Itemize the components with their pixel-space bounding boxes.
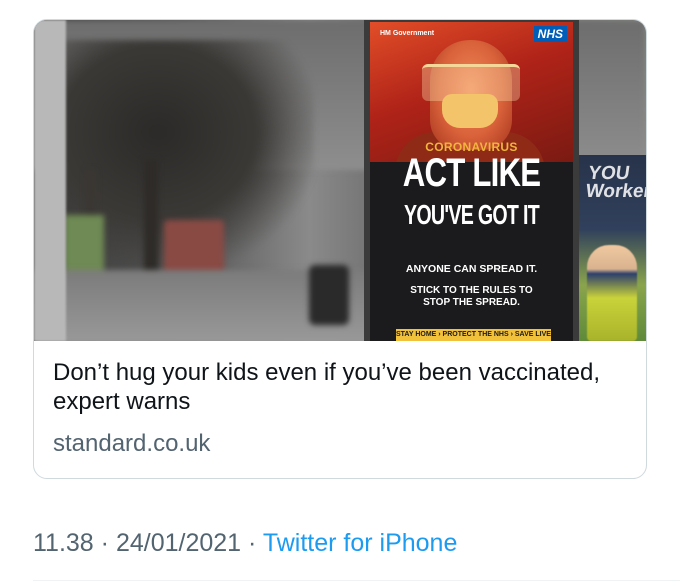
advertisement-poster: HM Government NHS CORONAVIRUS ACT LIKE Y…: [370, 22, 573, 341]
side-poster: YOU Workers: [579, 155, 646, 341]
tweet-date[interactable]: 24/01/2021: [116, 529, 241, 557]
poster-body-line1: ANYONE CAN SPREAD IT.: [405, 263, 538, 275]
bus-stop-pole: [34, 20, 66, 341]
tweet-time[interactable]: 11.38: [33, 529, 94, 557]
poster-body-lines: STICK TO THE RULES TO STOP THE SPREAD.: [370, 285, 573, 309]
poster-headline-line2: YOU'VE GOT IT: [404, 199, 540, 230]
tweet-source-link[interactable]: Twitter for iPhone: [263, 529, 458, 557]
preview-image[interactable]: YOU Workers HM Government NHS CORONAVIRU…: [34, 20, 646, 341]
government-logo: HM Government: [380, 30, 435, 37]
poster-body-line2: STICK TO THE RULES TO: [410, 285, 533, 296]
advertisement-frame: HM Government NHS CORONAVIRUS ACT LIKE Y…: [364, 20, 579, 341]
face-mask: [442, 94, 498, 128]
side-poster-text: YOU Workers: [584, 163, 646, 202]
divider: [33, 580, 680, 581]
background-bus: [164, 220, 224, 275]
nhs-logo: NHS: [533, 26, 567, 42]
link-title[interactable]: Don’t hug your kids even if you’ve been …: [53, 358, 633, 416]
background-people: [309, 265, 349, 325]
link-preview-card[interactable]: YOU Workers HM Government NHS CORONAVIRU…: [33, 19, 647, 479]
meta-separator: ·: [241, 529, 263, 557]
poster-headline-line1: ACT LIKE: [402, 151, 541, 195]
meta-separator: ·: [93, 529, 116, 557]
poster-slogan-strip: STAY HOME › PROTECT THE NHS › SAVE LIVES: [396, 329, 551, 341]
poster-body-line3: STOP THE SPREAD.: [423, 297, 520, 308]
tweet-metadata: 11.38 · 24/01/2021 · Twitter for iPhone: [33, 527, 457, 559]
link-domain[interactable]: standard.co.uk: [53, 429, 210, 458]
side-poster-person: [587, 245, 637, 341]
